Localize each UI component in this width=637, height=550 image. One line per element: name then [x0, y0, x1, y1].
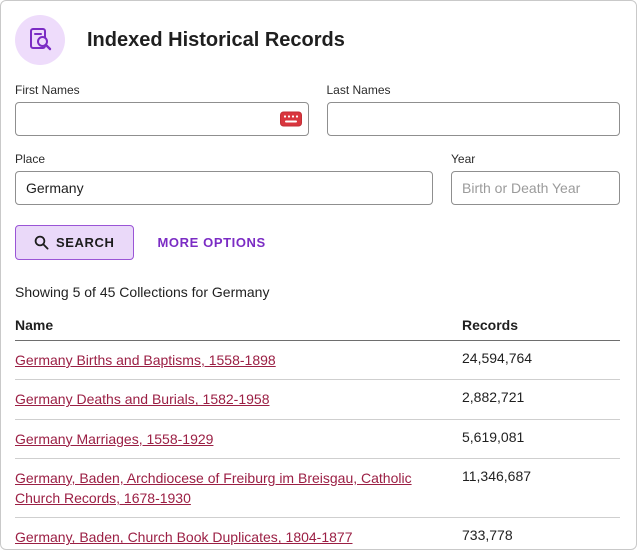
- search-button[interactable]: SEARCH: [15, 225, 134, 260]
- records-count: 733,778: [462, 517, 620, 549]
- collection-link[interactable]: Germany Marriages, 1558-1929: [15, 431, 213, 447]
- search-form: First Names Last Names Place Germany Yea…: [15, 83, 620, 205]
- last-names-field: Last Names: [326, 83, 620, 136]
- page-title: Indexed Historical Records: [87, 28, 345, 51]
- collections-table: Name Records Germany Births and Baptisms…: [15, 310, 620, 549]
- collection-link[interactable]: Germany Births and Baptisms, 1558-1898: [15, 352, 276, 368]
- records-count: 24,594,764: [462, 340, 620, 381]
- collection-link[interactable]: Germany, Baden, Archdiocese of Freiburg …: [15, 470, 412, 506]
- year-input[interactable]: [451, 171, 620, 205]
- column-header-name: Name: [15, 310, 462, 341]
- column-header-records: Records: [462, 310, 620, 341]
- last-names-input[interactable]: [326, 102, 620, 136]
- search-icon: [34, 235, 49, 250]
- first-names-label: First Names: [15, 83, 80, 97]
- form-actions: SEARCH MORE OPTIONS: [15, 225, 620, 260]
- document-magnifier-icon: [30, 28, 52, 51]
- last-names-label: Last Names: [326, 83, 391, 97]
- place-field: Place: [15, 152, 433, 205]
- records-count: 2,882,721: [462, 379, 620, 420]
- first-names-field: First Names: [15, 83, 309, 136]
- table-header-row: Name Records: [15, 310, 620, 341]
- more-options-link[interactable]: MORE OPTIONS: [158, 235, 266, 250]
- records-count: 5,619,081: [462, 419, 620, 459]
- search-button-label: SEARCH: [56, 235, 115, 250]
- collection-link[interactable]: Germany Deaths and Burials, 1582-1958: [15, 391, 269, 407]
- year-label: Year: [451, 152, 476, 166]
- table-row: Germany, Baden, Church Book Duplicates, …: [15, 517, 620, 549]
- virtual-keyboard-button[interactable]: [279, 111, 302, 127]
- table-row: Germany Marriages, 1558-1929 5,619,081: [15, 419, 620, 459]
- place-input[interactable]: [15, 171, 433, 205]
- first-names-input[interactable]: [15, 102, 309, 136]
- table-row: Germany Births and Baptisms, 1558-1898 2…: [15, 340, 620, 381]
- panel-header: Indexed Historical Records: [15, 15, 620, 65]
- collection-link[interactable]: Germany, Baden, Church Book Duplicates, …: [15, 529, 353, 545]
- results-summary: Showing 5 of 45 Collections for Germany: [15, 284, 270, 300]
- indexed-records-panel: Indexed Historical Records First Names L…: [0, 0, 637, 550]
- year-field: Year: [451, 152, 620, 205]
- records-count: 11,346,687: [462, 458, 620, 519]
- records-search-icon: [15, 15, 65, 65]
- place-label: Place: [15, 152, 46, 166]
- virtual-keyboard-icon: [279, 111, 302, 127]
- table-row: Germany Deaths and Burials, 1582-1958 2,…: [15, 379, 620, 420]
- table-row: Germany, Baden, Archdiocese of Freiburg …: [15, 458, 620, 519]
